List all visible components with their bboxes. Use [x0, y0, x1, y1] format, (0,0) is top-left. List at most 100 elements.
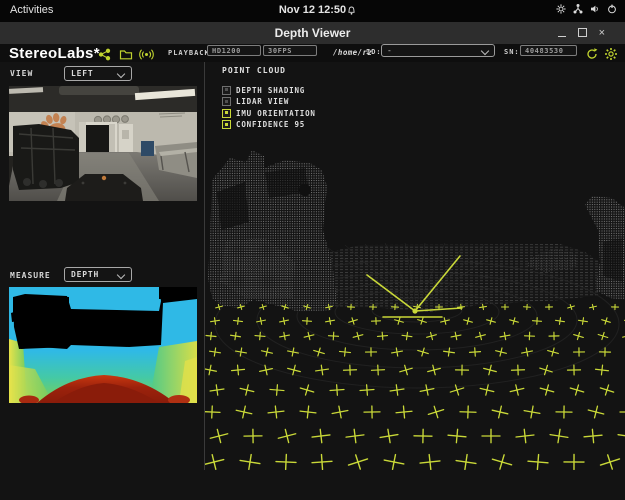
maximize-button[interactable]	[578, 24, 587, 42]
floor-cross	[463, 317, 473, 326]
floor-cross	[419, 383, 435, 396]
floor-cross	[449, 383, 465, 397]
depth-map-image	[9, 287, 197, 403]
measure-dropdown[interactable]: DEPTH	[64, 267, 132, 282]
floor-cross	[417, 346, 430, 357]
sn-label: SN:	[504, 48, 520, 56]
floor-cross	[440, 317, 450, 326]
system-tray[interactable]	[556, 4, 617, 14]
broadcast-icon[interactable]	[139, 46, 152, 59]
bell-icon	[347, 6, 356, 19]
settings-gear-icon[interactable]	[604, 46, 617, 59]
floor-cross	[523, 304, 530, 310]
window-titlebar[interactable]: Depth Viewer ×	[0, 22, 625, 45]
floor-cross	[469, 348, 481, 357]
floor-cross	[311, 428, 330, 443]
floor-cross	[352, 331, 364, 341]
floor-cross	[601, 316, 612, 325]
floor-cross	[455, 453, 477, 471]
floor-cross	[573, 348, 584, 356]
floor-cross	[299, 383, 315, 397]
id-dropdown[interactable]: -	[381, 44, 495, 57]
close-button[interactable]: ×	[599, 28, 605, 38]
floor-cross	[578, 317, 588, 325]
floor-cross	[244, 429, 262, 443]
floor-cross	[511, 365, 524, 375]
view-label: VIEW	[10, 69, 33, 78]
clock[interactable]: Nov 12 12:50	[0, 4, 625, 16]
floor-cross	[277, 427, 298, 445]
floor-cross	[395, 405, 412, 418]
minimize-button[interactable]	[558, 24, 566, 42]
floor-cross	[419, 453, 441, 470]
floor-cross	[501, 304, 508, 309]
system-bar: Activities Nov 12 12:50	[0, 0, 625, 22]
floor-cross	[547, 347, 560, 358]
chevron-down-icon	[117, 70, 125, 78]
sn-field[interactable]: 40483530	[520, 45, 577, 56]
floor-cross	[515, 428, 534, 443]
floor-cross	[331, 405, 349, 420]
floor-cross	[205, 406, 220, 419]
floor-cross	[549, 428, 569, 444]
floor-cross	[279, 331, 290, 340]
id-label: ID:	[366, 48, 382, 56]
floor-cross	[599, 383, 616, 397]
floor-cross	[587, 404, 605, 420]
window-title: Depth Viewer	[0, 26, 625, 40]
floor-cross	[209, 384, 224, 396]
refresh-icon[interactable]	[585, 46, 598, 59]
floor-cross	[233, 317, 243, 325]
floor-cross	[426, 364, 441, 377]
point-cloud-canvas[interactable]	[205, 62, 625, 476]
floor-cross	[556, 406, 572, 418]
depth-viewer-screen: Activities Nov 12 12:50 Depth Viewer × S…	[0, 0, 625, 500]
floor-cross	[391, 347, 403, 357]
floor-cross	[205, 452, 226, 471]
resolution-field[interactable]: HD1200	[207, 45, 261, 56]
floor-cross	[239, 453, 261, 471]
floor-cross	[509, 317, 519, 326]
camera-view-image	[9, 86, 197, 201]
window-controls: ×	[558, 22, 605, 44]
volume-icon[interactable]	[590, 4, 600, 14]
floor-cross	[270, 384, 285, 396]
floor-cross	[383, 453, 406, 472]
id-dropdown-value: -	[387, 46, 392, 55]
gear-icon[interactable]	[556, 4, 566, 14]
floor-cross	[524, 332, 534, 340]
floor-cross	[276, 454, 297, 470]
view-dropdown[interactable]: LEFT	[64, 66, 132, 81]
floor-cross	[235, 404, 253, 419]
floor-cross	[523, 405, 541, 420]
floor-cross	[259, 364, 274, 376]
floor-cross	[595, 364, 609, 375]
floor-cross	[205, 364, 217, 376]
floor-cross	[343, 365, 356, 375]
floor-cross	[460, 406, 476, 419]
floor-cross	[414, 429, 432, 443]
floor-cross	[231, 365, 245, 376]
floor-cross	[325, 317, 335, 325]
floor-cross	[267, 405, 284, 419]
measure-label: MEASURE	[10, 271, 51, 280]
floor-cross	[620, 406, 625, 418]
network-icon[interactable]	[573, 4, 583, 14]
floor-cross	[491, 404, 509, 419]
share-icon[interactable]	[98, 46, 111, 59]
floor-cross	[261, 347, 274, 357]
fps-field[interactable]: 30FPS	[263, 45, 317, 56]
floor-cross	[495, 347, 508, 358]
floor-grid-crosses	[205, 303, 625, 476]
floor-cross	[206, 332, 217, 340]
power-icon[interactable]	[607, 4, 617, 14]
floor-cross	[364, 406, 380, 418]
floor-cross	[379, 428, 399, 444]
playback-label: PLAYBACK	[168, 49, 210, 57]
floor-cross	[230, 332, 241, 341]
floor-cross	[389, 384, 404, 396]
floor-cross	[345, 428, 365, 444]
floor-cross	[617, 428, 625, 444]
marker-origin-dot	[412, 308, 417, 313]
folder-icon[interactable]	[119, 46, 132, 59]
